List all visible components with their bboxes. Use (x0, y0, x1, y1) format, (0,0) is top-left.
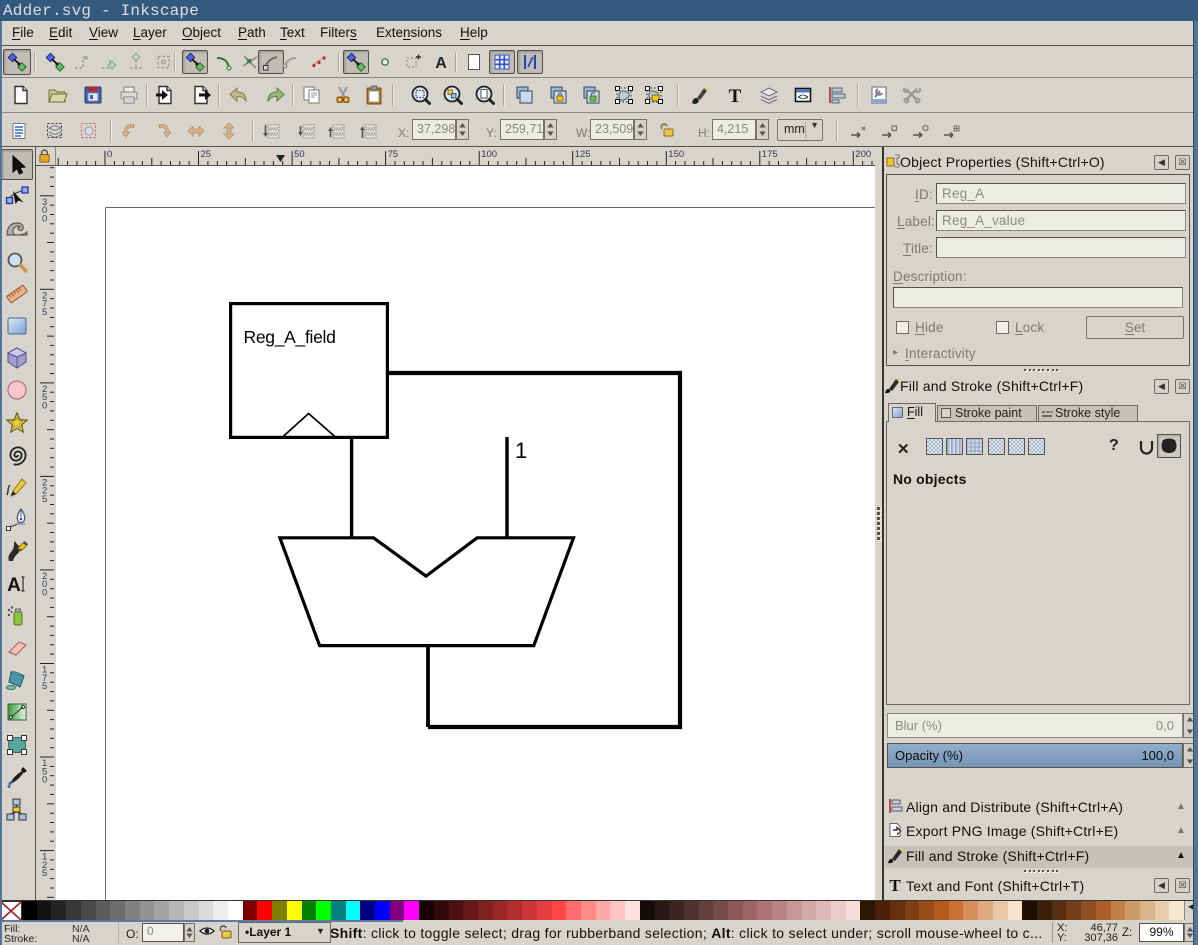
svg-text:Reg_A_field: Reg_A_field (244, 327, 336, 348)
svg-text:125: 125 (575, 149, 591, 160)
svg-text:T: T (889, 877, 901, 893)
svg-text:A: A (7, 575, 21, 596)
svg-text:0: 0 (107, 149, 112, 160)
svg-text:0: 0 (42, 588, 47, 599)
svg-text:A: A (435, 55, 447, 72)
svg-text:25: 25 (201, 149, 212, 160)
svg-text:5: 5 (42, 868, 47, 879)
svg-text:0: 0 (42, 213, 47, 224)
svg-text:150: 150 (668, 149, 684, 160)
svg-text:175: 175 (762, 149, 778, 160)
svg-text:100: 100 (481, 149, 497, 160)
svg-text:0: 0 (42, 775, 47, 786)
svg-text:200: 200 (855, 149, 871, 160)
svg-text:5: 5 (42, 494, 47, 505)
svg-text:5: 5 (42, 681, 47, 692)
svg-text:50: 50 (294, 149, 305, 160)
svg-text:5: 5 (42, 307, 47, 318)
svg-text:1: 1 (515, 438, 527, 463)
svg-text:<>: <> (797, 92, 809, 103)
svg-text:75: 75 (388, 149, 399, 160)
svg-text:0: 0 (42, 401, 47, 412)
svg-text:T: T (729, 86, 742, 106)
